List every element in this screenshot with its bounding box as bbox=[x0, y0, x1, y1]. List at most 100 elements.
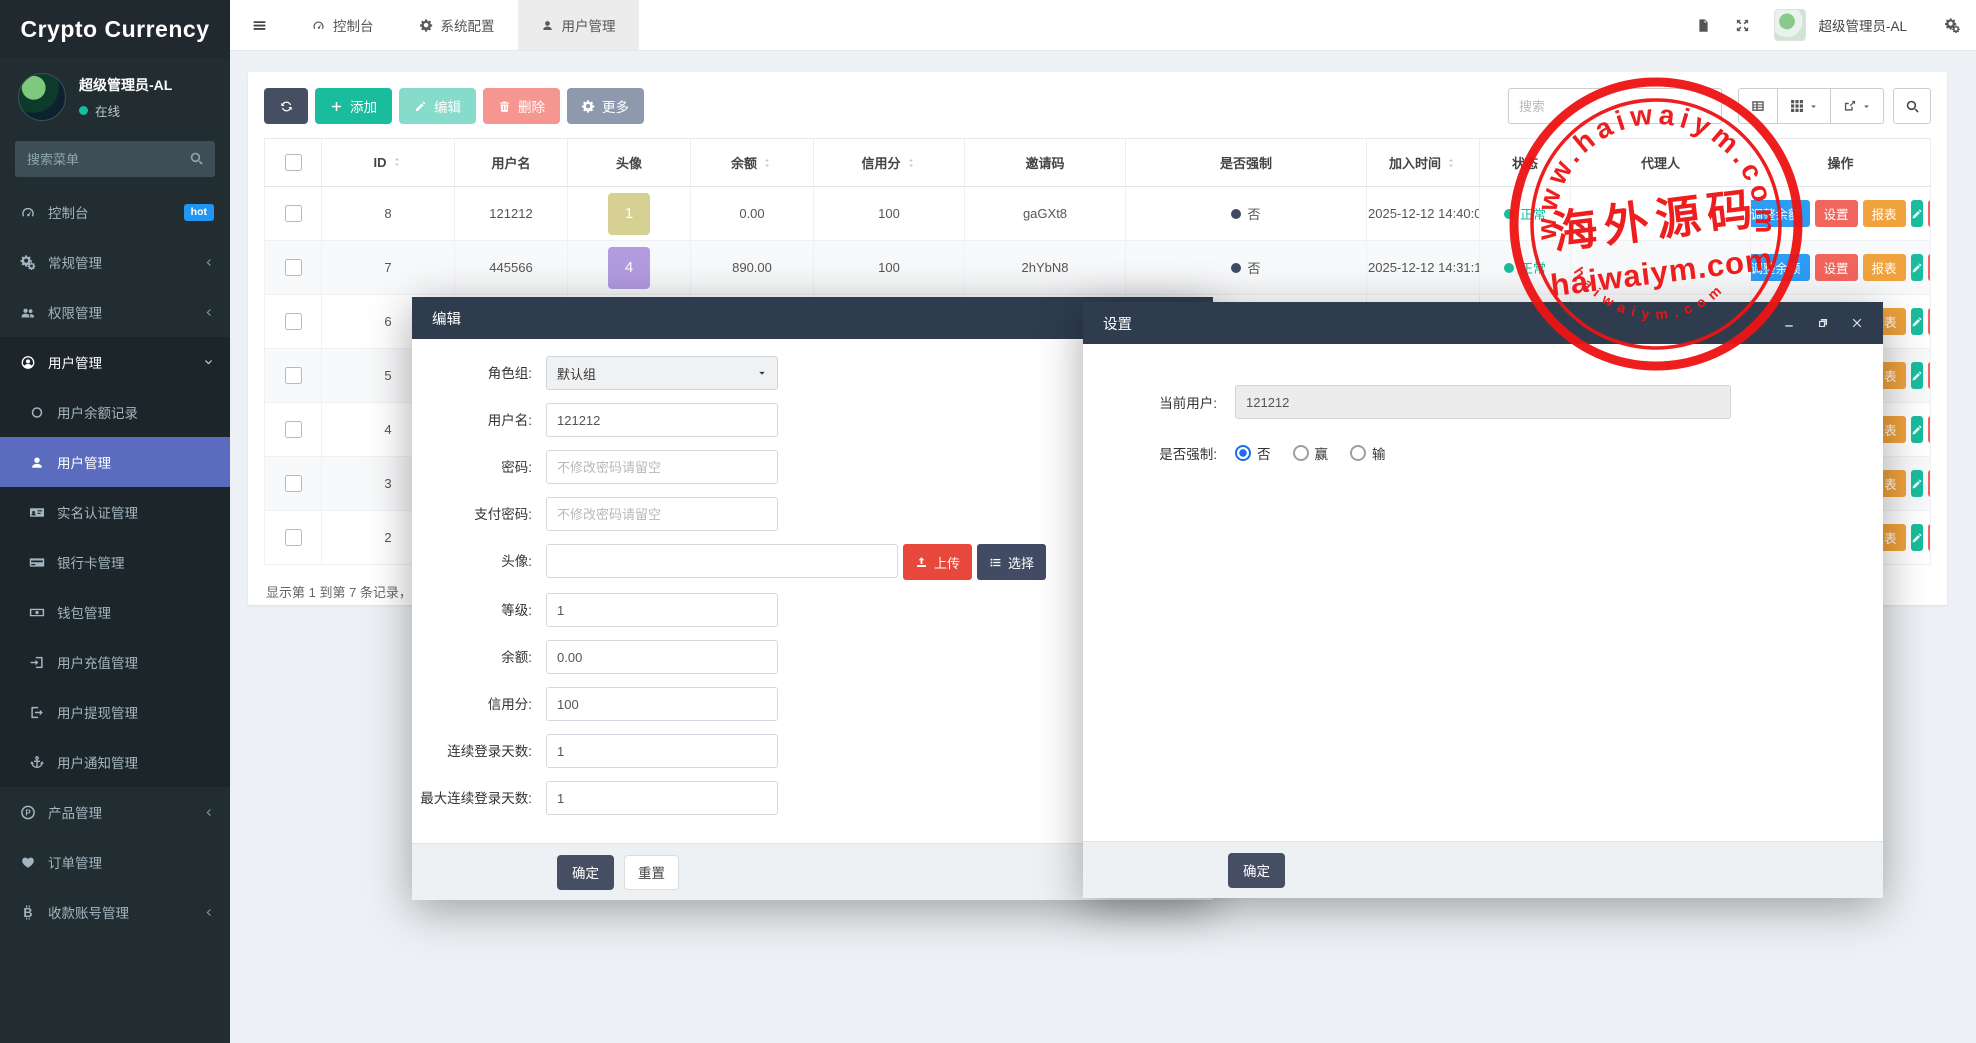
row-checkbox[interactable] bbox=[285, 475, 302, 492]
row-settings-button[interactable]: 设置 bbox=[1815, 200, 1858, 227]
confirm-button[interactable]: 确定 bbox=[557, 855, 614, 890]
sidebar-item[interactable]: 用户管理 bbox=[0, 337, 230, 387]
row-edit-button[interactable] bbox=[1911, 362, 1923, 389]
row-edit-button[interactable] bbox=[1911, 416, 1923, 443]
sidebar-item[interactable]: 实名认证管理 bbox=[0, 487, 230, 537]
add-button[interactable]: 添加 bbox=[315, 88, 392, 124]
screenshot-icon[interactable] bbox=[1696, 18, 1711, 33]
search-button[interactable] bbox=[1893, 88, 1931, 124]
sidebar-item[interactable]: 用户充值管理 bbox=[0, 637, 230, 687]
maximize-icon[interactable] bbox=[1817, 317, 1829, 329]
sidebar-search-input[interactable] bbox=[15, 141, 215, 177]
row-checkbox[interactable] bbox=[285, 529, 302, 546]
report-button[interactable]: 报表 bbox=[1863, 200, 1906, 227]
report-button[interactable]: 报表 bbox=[1863, 254, 1906, 281]
row-checkbox[interactable] bbox=[285, 205, 302, 222]
row-delete-button[interactable] bbox=[1928, 524, 1931, 551]
column-header[interactable]: 操作 bbox=[1751, 139, 1931, 187]
nav-tab[interactable]: 控制台 bbox=[289, 0, 397, 50]
row-delete-button[interactable] bbox=[1928, 470, 1931, 497]
column-header[interactable]: 状态 bbox=[1480, 139, 1571, 187]
sort-icon[interactable] bbox=[1445, 157, 1457, 169]
more-button[interactable]: 更多 bbox=[567, 88, 644, 124]
sidebar-item[interactable]: 银行卡管理 bbox=[0, 537, 230, 587]
sort-icon[interactable] bbox=[391, 156, 403, 168]
username-field[interactable] bbox=[546, 403, 778, 437]
confirm-button[interactable]: 确定 bbox=[1228, 853, 1285, 888]
row-edit-button[interactable] bbox=[1911, 470, 1923, 497]
minimize-icon[interactable] bbox=[1783, 317, 1795, 329]
row-edit-button[interactable] bbox=[1911, 254, 1923, 281]
column-header[interactable]: 邀请码 bbox=[965, 139, 1126, 187]
sidebar-item[interactable]: 常规管理 bbox=[0, 237, 230, 287]
sort-icon[interactable] bbox=[905, 157, 917, 169]
current-user-field[interactable] bbox=[1235, 385, 1731, 419]
upload-button[interactable]: 上传 bbox=[903, 544, 972, 580]
row-checkbox[interactable] bbox=[285, 367, 302, 384]
max-login-days-field[interactable] bbox=[546, 781, 778, 815]
column-header[interactable]: 信用分 bbox=[814, 139, 965, 187]
edit-button[interactable]: 编辑 bbox=[399, 88, 476, 124]
delete-button[interactable]: 删除 bbox=[483, 88, 560, 124]
row-delete-button[interactable] bbox=[1928, 308, 1931, 335]
balance-field[interactable] bbox=[546, 640, 778, 674]
column-header[interactable]: 余额 bbox=[691, 139, 814, 187]
column-header[interactable]: 头像 bbox=[568, 139, 691, 187]
settings-modal-header[interactable]: 设置 bbox=[1083, 302, 1883, 344]
row-delete-button[interactable] bbox=[1928, 254, 1931, 281]
row-checkbox[interactable] bbox=[285, 313, 302, 330]
choose-button[interactable]: 选择 bbox=[977, 544, 1046, 580]
password-field[interactable] bbox=[546, 450, 778, 484]
adjust-balance-button[interactable]: 调整余额 bbox=[1751, 200, 1810, 227]
sidebar-item[interactable]: 用户通知管理 bbox=[0, 737, 230, 787]
column-header[interactable]: 是否强制 bbox=[1126, 139, 1367, 187]
column-header[interactable]: 用户名 bbox=[455, 139, 568, 187]
column-header[interactable]: 加入时间 bbox=[1367, 139, 1480, 187]
row-settings-button[interactable]: 设置 bbox=[1815, 254, 1858, 281]
sidebar-item[interactable]: P 产品管理 bbox=[0, 787, 230, 837]
row-delete-button[interactable] bbox=[1928, 362, 1931, 389]
row-checkbox[interactable] bbox=[285, 259, 302, 276]
select-all-checkbox[interactable] bbox=[285, 154, 302, 171]
row-edit-button[interactable] bbox=[1911, 200, 1923, 227]
close-icon[interactable] bbox=[1851, 317, 1863, 329]
sidebar-item[interactable]: 订单管理 bbox=[0, 837, 230, 887]
avatar[interactable] bbox=[1774, 9, 1806, 41]
sidebar-item[interactable]: 控制台 hot bbox=[0, 187, 230, 237]
credit-field[interactable] bbox=[546, 687, 778, 721]
reset-button[interactable]: 重置 bbox=[624, 855, 679, 890]
nav-tab[interactable]: 系统配置 bbox=[397, 0, 518, 50]
table-search-input[interactable] bbox=[1508, 88, 1722, 124]
hamburger-menu-icon[interactable] bbox=[230, 17, 289, 34]
export-button[interactable] bbox=[1830, 88, 1884, 124]
sidebar-item[interactable]: 钱包管理 bbox=[0, 587, 230, 637]
avatar-field[interactable] bbox=[546, 544, 898, 578]
row-delete-button[interactable] bbox=[1928, 200, 1931, 227]
level-field[interactable] bbox=[546, 593, 778, 627]
row-edit-button[interactable] bbox=[1911, 308, 1923, 335]
row-checkbox[interactable] bbox=[285, 421, 302, 438]
sort-icon[interactable] bbox=[761, 157, 773, 169]
sidebar-item[interactable]: 用户管理 bbox=[0, 437, 230, 487]
row-delete-button[interactable] bbox=[1928, 416, 1931, 443]
radio-option-win[interactable]: 赢 bbox=[1293, 443, 1329, 463]
row-edit-button[interactable] bbox=[1911, 524, 1923, 551]
login-days-field[interactable] bbox=[546, 734, 778, 768]
role-group-select[interactable]: 默认组 bbox=[546, 356, 778, 390]
fullscreen-icon[interactable] bbox=[1735, 18, 1750, 33]
navbar-username[interactable]: 超级管理员-AL bbox=[1818, 15, 1907, 35]
refresh-button[interactable] bbox=[264, 88, 308, 124]
columns-button[interactable] bbox=[1777, 88, 1831, 124]
column-header[interactable]: ID bbox=[322, 139, 455, 187]
column-header[interactable]: 代理人 bbox=[1571, 139, 1751, 187]
sidebar-item[interactable]: 用户余额记录 bbox=[0, 387, 230, 437]
sidebar-item[interactable]: B 收款账号管理 bbox=[0, 887, 230, 937]
adjust-balance-button[interactable]: 调整余额 bbox=[1751, 254, 1810, 281]
radio-option-lose[interactable]: 输 bbox=[1350, 443, 1386, 463]
radio-option-no[interactable]: 否 bbox=[1235, 443, 1271, 463]
detail-view-button[interactable] bbox=[1738, 88, 1778, 124]
pay-password-field[interactable] bbox=[546, 497, 778, 531]
settings-cogs-icon[interactable] bbox=[1945, 18, 1960, 33]
sidebar-item[interactable]: 权限管理 bbox=[0, 287, 230, 337]
sidebar-item[interactable]: 用户提现管理 bbox=[0, 687, 230, 737]
